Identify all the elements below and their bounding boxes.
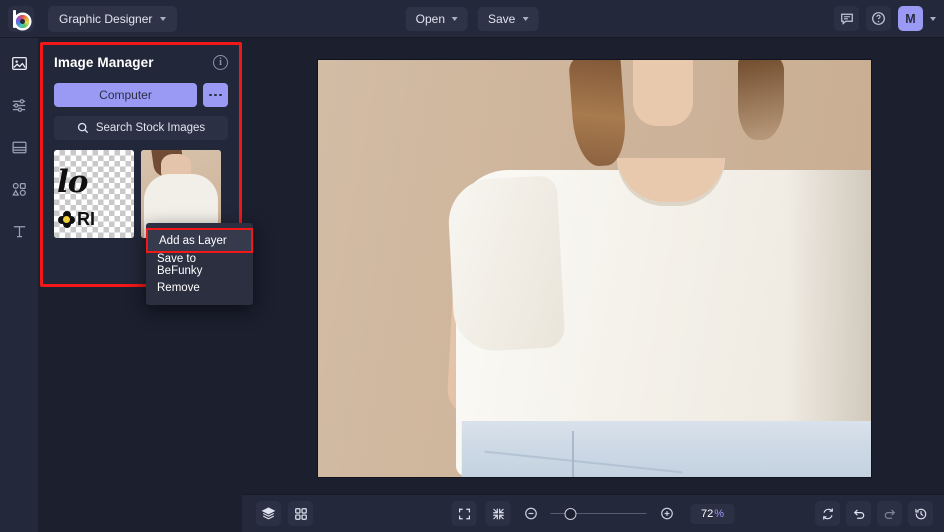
zoom-number: 72	[700, 507, 714, 520]
fit-to-screen-icon	[457, 507, 471, 521]
bottom-bar: 72 %	[242, 494, 944, 532]
logo-stem	[12, 9, 16, 28]
history-controls	[815, 501, 933, 526]
undo-button[interactable]	[846, 501, 871, 526]
logo-color-wheel	[15, 14, 29, 28]
sidebar-item-edit[interactable]	[6, 92, 32, 118]
layers-icon	[261, 506, 276, 521]
info-circle-icon[interactable]: i	[213, 55, 228, 70]
photo-hair-right	[738, 60, 785, 140]
sidebar-item-frames[interactable]	[6, 134, 32, 160]
comment-icon[interactable]	[834, 6, 859, 31]
zoom-unit: %	[714, 507, 725, 520]
befunky-logo-icon[interactable]	[8, 5, 34, 32]
history-icon	[914, 507, 928, 521]
thumbnail-context-menu: Add as Layer Save to BeFunky Remove	[146, 223, 253, 305]
mode-selector[interactable]: Graphic Designer	[48, 5, 178, 32]
chevron-down-icon	[452, 17, 458, 21]
actual-size-button[interactable]	[485, 501, 511, 526]
menu-item-label: Save to BeFunky	[157, 252, 203, 277]
sidebar-item-text[interactable]	[6, 218, 32, 244]
computer-label: Computer	[99, 88, 152, 102]
reset-icon	[821, 507, 835, 521]
photo-neck	[633, 60, 694, 126]
search-icon	[77, 122, 89, 134]
top-bar: Graphic Designer Open Save M	[0, 0, 944, 38]
page-title: Image Manager	[54, 55, 154, 70]
redo-button[interactable]	[877, 501, 902, 526]
tool-rail	[0, 38, 38, 532]
zoom-out-button[interactable]	[520, 503, 542, 525]
photo-jeans-fold	[484, 450, 683, 474]
open-button[interactable]: Open	[405, 7, 468, 31]
avatar[interactable]: M	[898, 6, 923, 31]
befunky-graphic-designer-app: Graphic Designer Open Save M Image Manag…	[0, 0, 944, 532]
frames-icon	[11, 139, 28, 156]
thumbnail-script-text: lo	[57, 164, 88, 200]
more-horizontal-icon[interactable]	[203, 83, 228, 107]
image-manager-panel: Image Manager i Computer Search Stock Im…	[43, 45, 253, 305]
flower-icon	[58, 211, 75, 228]
photo-jeans-seam	[572, 431, 575, 477]
thumbnail-sub-row: RI	[58, 209, 95, 230]
avatar-initial: M	[905, 11, 916, 26]
sidebar-item-graphics[interactable]	[6, 176, 32, 202]
search-label: Search Stock Images	[95, 122, 206, 134]
history-button[interactable]	[908, 501, 933, 526]
menu-item-save-to-befunky[interactable]: Save to BeFunky	[146, 252, 253, 277]
collapse-icon	[491, 507, 505, 521]
menu-item-label: Remove	[157, 281, 200, 294]
redo-icon	[883, 507, 897, 521]
upload-source-row: Computer	[54, 83, 228, 107]
mode-label: Graphic Designer	[59, 11, 153, 26]
logo-mark	[12, 9, 30, 28]
canvas-stage[interactable]	[242, 38, 944, 494]
open-label: Open	[415, 12, 445, 26]
save-button[interactable]: Save	[478, 7, 539, 31]
grid-icon	[294, 507, 308, 521]
zoom-slider[interactable]	[550, 506, 647, 522]
plus-circle-icon	[659, 506, 674, 521]
computer-button[interactable]: Computer	[54, 83, 197, 107]
fit-to-screen-button[interactable]	[451, 501, 477, 526]
chevron-down-icon[interactable]	[930, 16, 936, 21]
bottom-left-tools	[256, 501, 313, 526]
chevron-down-icon	[522, 17, 529, 21]
question-circle-icon[interactable]	[866, 6, 891, 31]
minus-circle-icon	[523, 506, 538, 521]
layers-button[interactable]	[256, 501, 281, 526]
sliders-icon	[11, 97, 28, 114]
reset-button[interactable]	[815, 501, 840, 526]
panel-header: Image Manager i	[54, 55, 228, 70]
zoom-level-value[interactable]: 72 %	[690, 503, 735, 524]
undo-icon	[852, 507, 866, 521]
thumbnail-sub-text: RI	[77, 209, 95, 229]
account-actions: M	[834, 6, 936, 31]
thumbnail-graphic-transparent[interactable]: lo RI	[54, 150, 134, 238]
shapes-icon	[11, 181, 28, 198]
photo-sleeve	[446, 175, 566, 353]
menu-item-label: Add as Layer	[159, 234, 227, 247]
save-label: Save	[488, 12, 516, 26]
sidebar-item-image-manager[interactable]	[6, 50, 32, 76]
image-icon	[11, 55, 28, 72]
search-stock-images-button[interactable]: Search Stock Images	[54, 116, 228, 140]
menu-item-add-as-layer[interactable]: Add as Layer	[146, 228, 253, 253]
file-actions: Open Save	[405, 7, 539, 31]
zoom-in-button[interactable]	[656, 503, 678, 525]
zoom-slider-handle[interactable]	[564, 507, 577, 520]
grid-button[interactable]	[288, 501, 313, 526]
menu-item-remove[interactable]: Remove	[146, 276, 253, 299]
text-icon	[11, 223, 28, 240]
design-canvas[interactable]	[318, 60, 871, 477]
zoom-controls: 72 %	[451, 501, 735, 526]
chevron-down-icon	[160, 16, 167, 21]
